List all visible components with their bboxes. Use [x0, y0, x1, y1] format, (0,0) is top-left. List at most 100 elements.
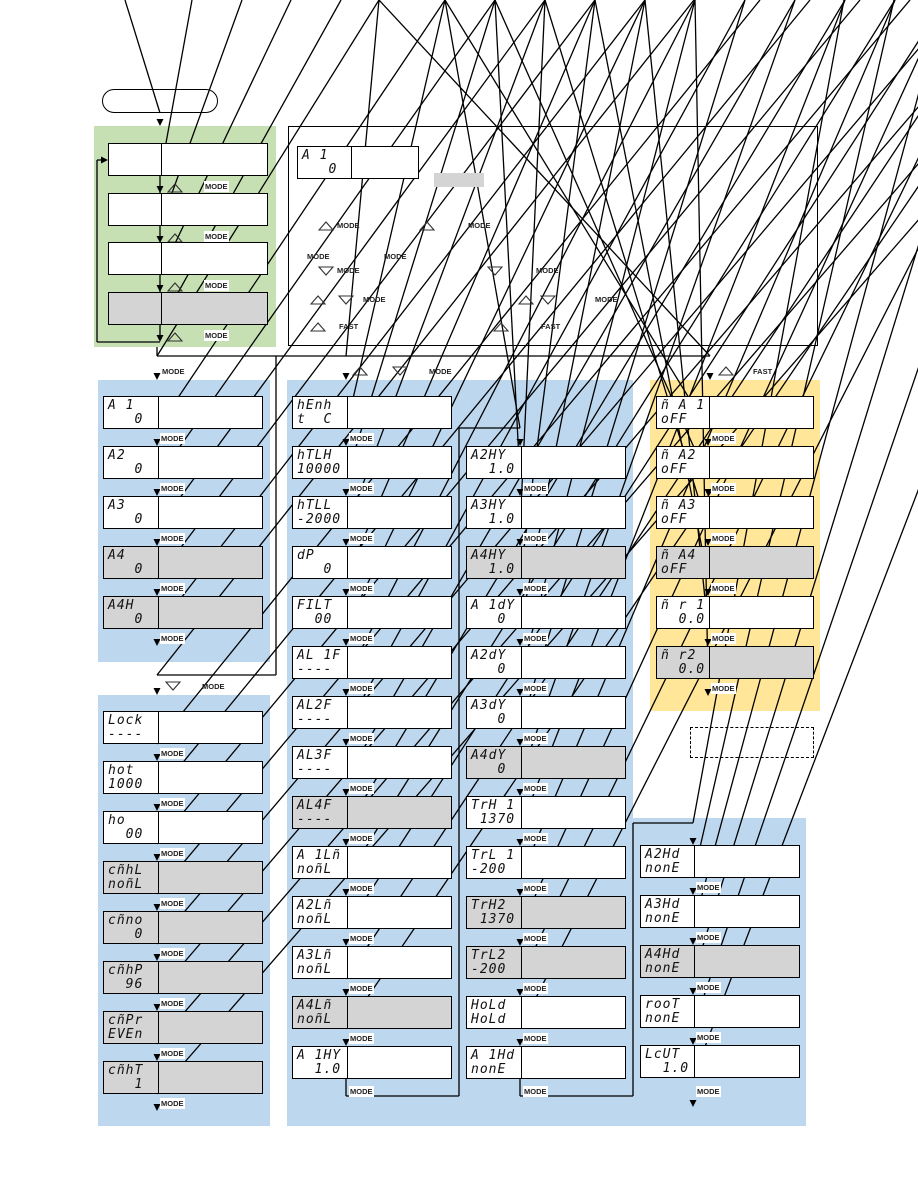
parameter-box: FILT 00 — [292, 596, 452, 629]
mode-key-label: MODE — [349, 683, 374, 694]
display-value: 0 — [471, 712, 507, 727]
up-triangle-icon — [492, 320, 510, 338]
mode-key-label: MODE — [536, 266, 559, 275]
display-value: noñL — [297, 1012, 333, 1027]
parameter-box: AL3F ---- — [292, 746, 452, 779]
display-readout: A 1Lñ noñL — [293, 847, 348, 878]
display-value: 0 — [108, 612, 144, 627]
mode-key-label: MODE — [696, 932, 721, 943]
display-parameter: A3 — [108, 498, 126, 513]
display-value: 0 — [471, 612, 507, 627]
mode-key-label: MODE — [523, 783, 548, 794]
parameter-box: cñPr EVEn — [103, 1011, 263, 1044]
display-value: ---- — [297, 812, 333, 827]
display-readout: A3dY 0 — [467, 697, 522, 728]
mode-key-label: MODE — [349, 933, 374, 944]
mode-key-label: MODE — [160, 998, 185, 1009]
display-value: nonE — [471, 1062, 507, 1077]
parameter-box: A 1Lñ noñL — [292, 846, 452, 879]
parameter-box: A2 0 — [103, 446, 263, 479]
display-readout: TrH2 1370 — [467, 897, 522, 928]
display-parameter: ñ r 1 — [661, 598, 706, 613]
display-value: 1000 — [108, 777, 144, 792]
display-value: oFF — [661, 412, 688, 427]
display-parameter: AL3F — [297, 748, 333, 763]
display-readout: LcUT 1.0 — [641, 1046, 695, 1077]
mode-key-label: MODE — [711, 683, 736, 694]
mode-key-label: MODE — [349, 833, 374, 844]
display-readout: A2HY 1.0 — [467, 447, 522, 478]
display-readout: cñhT 1 — [104, 1062, 159, 1093]
mode-key-label: MODE — [160, 1048, 185, 1059]
mode-key-label: MODE — [160, 433, 185, 444]
display-value: noñL — [108, 877, 144, 892]
display-readout: AL3F ---- — [293, 747, 348, 778]
display-parameter: A3Lñ — [297, 948, 333, 963]
display-readout: A2Hd nonE — [641, 846, 695, 877]
mode-key-label: MODE — [160, 748, 185, 759]
display-readout: AL2F ---- — [293, 697, 348, 728]
up-triangle-icon — [166, 330, 184, 348]
display-value: HoLd — [471, 1012, 507, 1027]
mode-key-label: MODE — [349, 883, 374, 894]
display-readout: A4HY 1.0 — [467, 547, 522, 578]
display-value: 00 — [297, 612, 333, 627]
display-parameter: AL 1F — [297, 648, 342, 663]
mode-key-label: MODE — [307, 252, 330, 261]
display-value: nonE — [645, 1011, 681, 1026]
display-parameter: FILT — [297, 598, 333, 613]
mode-key-label: MODE — [160, 798, 185, 809]
mode-key-label: MODE — [160, 948, 185, 959]
display-readout — [109, 293, 162, 324]
display-parameter: A 1 — [108, 398, 135, 413]
display-value: 0 — [108, 412, 144, 427]
arrowhead-icon — [706, 373, 714, 380]
mode-box — [108, 143, 268, 176]
down-triangle-icon — [317, 264, 335, 282]
mode-key-label: MODE — [204, 280, 229, 291]
display-readout — [109, 144, 162, 175]
up-triangle-icon — [309, 320, 327, 338]
display-readout: AL4F ---- — [293, 797, 348, 828]
display-readout: hEnh t C — [293, 397, 348, 428]
mode-key-label: MODE — [595, 295, 618, 304]
mode-key-label: MODE — [160, 848, 185, 859]
fast-key-label: FAST — [339, 322, 359, 331]
parameter-box: AL2F ---- — [292, 696, 452, 729]
display-parameter: A4dY — [471, 748, 507, 763]
display-parameter: AL2F — [297, 698, 333, 713]
display-value: 1 — [108, 1077, 144, 1092]
display-parameter: A2 — [108, 448, 126, 463]
display-value: 0 — [108, 512, 144, 527]
mode-key-label: MODE — [696, 1086, 721, 1097]
display-parameter: cñhL — [108, 863, 144, 878]
mode-key-label: MODE — [523, 633, 548, 644]
display-readout: rooT nonE — [641, 996, 695, 1027]
parameter-box: A 1 0 — [103, 396, 263, 429]
display-readout: A3 0 — [104, 497, 159, 528]
parameter-box: ho 00 — [103, 811, 263, 844]
display-value: -200 — [471, 862, 507, 877]
parameter-box: A2HY 1.0 — [466, 446, 626, 479]
start-terminal — [102, 89, 218, 113]
up-triangle-icon — [317, 219, 335, 237]
display-value: 1.0 — [297, 1062, 342, 1077]
mode-key-label: MODE — [204, 231, 229, 242]
display-readout: A4 0 — [104, 547, 159, 578]
display-parameter: A 1HY — [297, 1048, 342, 1063]
display-parameter: cñno — [108, 913, 144, 928]
parameter-box: A 1dY 0 — [466, 596, 626, 629]
display-parameter: A3HY — [471, 498, 507, 513]
display-parameter: hEnh — [297, 398, 333, 413]
parameter-box: hEnh t C — [292, 396, 452, 429]
display-parameter: cñPr — [108, 1013, 144, 1028]
parameter-box: ñ A4 oFF — [656, 546, 814, 579]
display-parameter: LcUT — [645, 1047, 681, 1062]
parameter-box: A2Hd nonE — [640, 845, 800, 878]
display-parameter: A2dY — [471, 648, 507, 663]
display-readout: Lock ---- — [104, 712, 159, 743]
mode-key-label: MODE — [349, 533, 374, 544]
up-triangle-icon — [517, 293, 535, 311]
display-readout: A4dY 0 — [467, 747, 522, 778]
parameter-box: A3Hd nonE — [640, 895, 800, 928]
